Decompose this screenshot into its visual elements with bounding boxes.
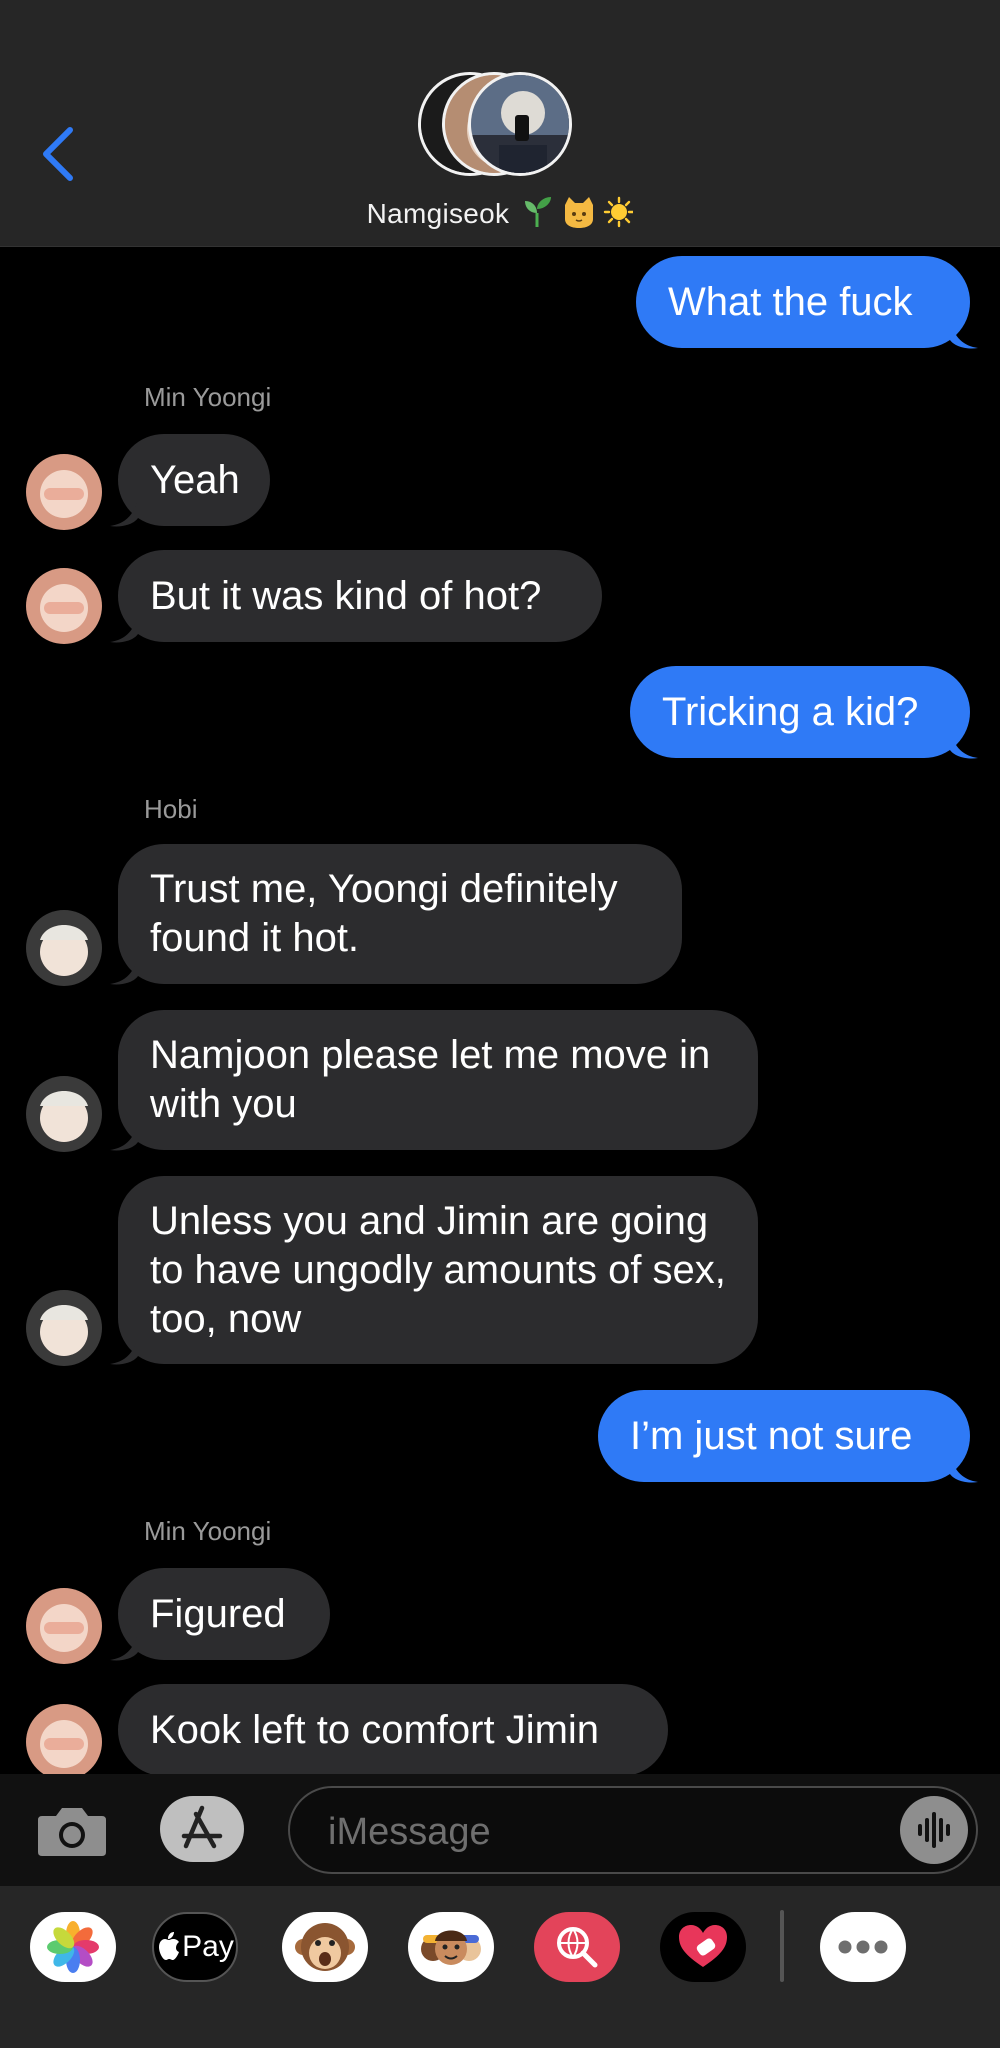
digital-touch-icon <box>679 1925 727 1967</box>
more-apps-icon <box>838 1940 888 1954</box>
digital-touch-button[interactable] <box>660 1912 746 1982</box>
incoming-bubble-tail <box>110 1632 138 1661</box>
outgoing-bubble-tail <box>950 730 978 759</box>
outgoing-bubble-tail <box>950 320 978 349</box>
memoji-stickers-button[interactable] <box>408 1912 494 1982</box>
app-store-button[interactable] <box>160 1796 244 1862</box>
voice-message-button[interactable] <box>900 1796 968 1864</box>
message-list[interactable]: What the fuck Min Yoongi Yeah But it was… <box>0 246 1000 1774</box>
imessage-input[interactable] <box>326 1802 870 1862</box>
incoming-message-bubble[interactable]: Kook left to comfort Jimin <box>118 1684 668 1774</box>
apple-pay-label: Pay <box>182 1930 234 1963</box>
sender-avatar-hobi[interactable] <box>26 1076 102 1152</box>
message-text: Unless you and Jimin are going to have u… <box>150 1198 726 1341</box>
incoming-message-bubble[interactable]: Yeah <box>118 434 270 526</box>
message-text: I’m just not sure <box>630 1413 913 1458</box>
web-search-icon <box>557 1927 598 1968</box>
group-name[interactable]: Namgiseok <box>0 195 1000 236</box>
web-search-button[interactable] <box>534 1912 620 1982</box>
outgoing-message-bubble[interactable]: Tricking a kid? <box>630 666 970 758</box>
incoming-bubble-tail <box>110 498 138 527</box>
app-store-icon <box>181 1805 223 1849</box>
sender-avatar-yoongi[interactable] <box>26 568 102 644</box>
apple-logo-icon <box>159 1932 180 1960</box>
message-text: Trust me, Yoongi definitely found it hot… <box>150 867 618 960</box>
incoming-bubble-tail <box>110 1122 138 1151</box>
incoming-message-bubble[interactable]: Figured <box>118 1568 330 1660</box>
memoji-stickers-icon <box>421 1930 481 1965</box>
camera-icon[interactable] <box>36 1802 108 1858</box>
conversation-header: Namgiseok <box>0 0 1000 247</box>
sender-avatar-yoongi[interactable] <box>26 1704 102 1774</box>
sender-avatar-hobi[interactable] <box>26 1290 102 1366</box>
message-text: Yeah <box>150 457 240 502</box>
drawer-divider <box>780 1910 784 1982</box>
sender-name: Min Yoongi <box>144 382 272 412</box>
incoming-message-bubble[interactable]: Unless you and Jimin are going to have u… <box>118 1176 758 1364</box>
sprout-emoji-icon <box>525 197 552 227</box>
sender-avatar-yoongi[interactable] <box>26 1588 102 1664</box>
sender-name: Min Yoongi <box>144 1516 272 1546</box>
message-text: Tricking a kid? <box>662 689 919 734</box>
animoji-button[interactable] <box>282 1912 368 1982</box>
group-emoji <box>523 195 635 236</box>
message-input-field[interactable] <box>288 1786 978 1874</box>
group-name-text: Namgiseok <box>366 197 510 229</box>
back-chevron-icon[interactable] <box>36 124 80 184</box>
message-text: Figured <box>150 1591 286 1636</box>
outgoing-message-bubble[interactable]: I’m just not sure <box>598 1390 970 1482</box>
sender-avatar-hobi[interactable] <box>26 910 102 986</box>
message-text: Namjoon please let me move in with you <box>150 1033 711 1126</box>
incoming-message-bubble[interactable]: But it was kind of hot? <box>118 550 602 642</box>
sender-name: Hobi <box>144 794 198 824</box>
message-text: Kook left to comfort Jimin <box>150 1707 600 1752</box>
apple-pay-button[interactable]: Pay <box>152 1912 238 1982</box>
incoming-message-bubble[interactable]: Trust me, Yoongi definitely found it hot… <box>118 844 682 984</box>
outgoing-bubble-tail <box>950 1454 978 1483</box>
group-avatar-3 <box>468 72 572 176</box>
incoming-bubble-tail <box>110 614 138 643</box>
waveform-icon <box>918 1812 950 1848</box>
monkey-memoji-icon <box>295 1923 355 1971</box>
more-apps-button[interactable] <box>820 1912 906 1982</box>
outgoing-message-bubble[interactable]: What the fuck <box>636 256 970 348</box>
photos-icon <box>47 1921 99 1973</box>
message-text: But it was kind of hot? <box>150 573 542 618</box>
imessage-app-drawer: Pay <box>0 1886 1000 2048</box>
sender-avatar-yoongi[interactable] <box>26 454 102 530</box>
incoming-message-bubble[interactable]: Namjoon please let me move in with you <box>118 1010 758 1150</box>
sun-emoji-icon <box>604 196 635 228</box>
incoming-bubble-tail <box>110 1336 138 1365</box>
message-text: What the fuck <box>668 279 913 324</box>
incoming-bubble-tail <box>110 956 138 985</box>
cat-emoji-icon <box>565 197 594 228</box>
group-avatar-stack[interactable] <box>418 72 583 182</box>
compose-bar <box>0 1774 1000 1886</box>
photos-app-button[interactable] <box>30 1912 116 1982</box>
